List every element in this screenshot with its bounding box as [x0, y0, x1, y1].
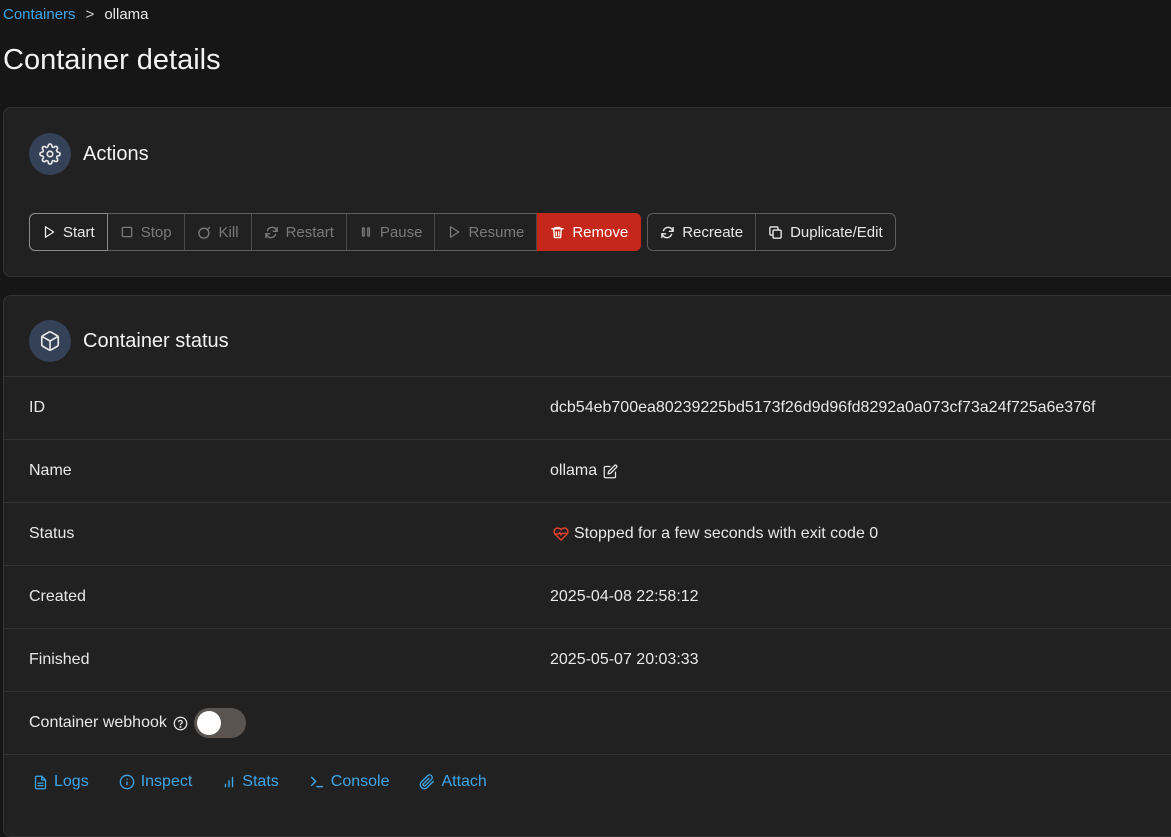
pause-label: Pause — [379, 223, 423, 241]
table-row-links-divider — [4, 754, 1171, 755]
logs-label: Logs — [54, 773, 89, 790]
paperclip-icon — [419, 774, 435, 790]
duplicate-edit-label: Duplicate/Edit — [790, 223, 883, 241]
trash-icon — [550, 225, 565, 240]
status-table: ID dcb54eb700ea80239225bd5173f26d9d96fd8… — [4, 376, 1171, 755]
page-title: Container details — [3, 44, 221, 76]
breadcrumb-containers-link[interactable]: Containers — [3, 6, 76, 23]
webhook-label: Container webhook — [29, 714, 167, 731]
webhook-label-wrap: Container webhook — [29, 708, 246, 738]
pause-icon — [359, 225, 373, 239]
remove-label: Remove — [572, 223, 629, 241]
status-value: Stopped for a few seconds with exit code… — [574, 525, 879, 542]
stop-label: Stop — [140, 223, 172, 241]
status-header: Container status — [29, 320, 229, 362]
bar-chart-icon — [222, 775, 236, 789]
edit-icon[interactable] — [603, 464, 618, 479]
heart-pulse-icon — [553, 526, 569, 542]
start-button[interactable]: Start — [29, 213, 108, 251]
table-row-status: Status Stopped for a few seconds with ex… — [4, 502, 1171, 565]
stats-label: Stats — [242, 773, 279, 790]
start-label: Start — [63, 223, 95, 241]
name-value-wrap: ollama — [550, 462, 623, 480]
stats-link[interactable]: Stats — [222, 773, 279, 791]
recreate-label: Recreate — [682, 223, 744, 241]
recreate-button[interactable]: Recreate — [648, 214, 757, 250]
actions-card: Actions Start Stop Kill Restart Pause Re… — [3, 107, 1171, 277]
id-value: dcb54eb700ea80239225bd5173f26d9d96fd8292… — [550, 399, 1096, 416]
recreate-button-group: Recreate Duplicate/Edit — [647, 213, 896, 251]
kill-label: Kill — [218, 223, 239, 241]
container-links: Logs Inspect Stats Console Attach — [33, 773, 517, 791]
info-icon — [119, 774, 135, 790]
table-row-webhook: Container webhook — [4, 691, 1171, 754]
terminal-icon — [309, 774, 325, 790]
play-icon — [42, 225, 56, 239]
table-row-id: ID dcb54eb700ea80239225bd5173f26d9d96fd8… — [4, 376, 1171, 439]
help-circle-icon[interactable] — [173, 716, 188, 731]
duplicate-edit-button[interactable]: Duplicate/Edit — [756, 214, 895, 250]
copy-icon — [768, 225, 783, 240]
bomb-icon — [197, 225, 212, 240]
kill-button[interactable]: Kill — [185, 214, 252, 250]
resume-button[interactable]: Resume — [435, 214, 538, 250]
refresh-icon — [660, 225, 675, 240]
actions-button-row: Start Stop Kill Restart Pause Resume Rem… — [29, 213, 896, 251]
file-text-icon — [33, 775, 48, 790]
inspect-link[interactable]: Inspect — [119, 773, 193, 791]
table-row-created: Created 2025-04-08 22:58:12 — [4, 565, 1171, 628]
name-label: Name — [29, 462, 72, 479]
name-value: ollama — [550, 462, 598, 479]
created-label: Created — [29, 588, 86, 605]
toggle-knob — [196, 711, 221, 735]
finished-value: 2025-05-07 20:03:33 — [550, 651, 699, 668]
lifecycle-button-group: Start Stop Kill Restart Pause Resume Rem… — [29, 213, 642, 251]
restart-button[interactable]: Restart — [252, 214, 347, 250]
breadcrumb-current: ollama — [104, 6, 149, 23]
finished-label: Finished — [29, 651, 90, 668]
restart-label: Restart — [285, 223, 334, 241]
actions-title: Actions — [83, 142, 149, 165]
breadcrumb: Containers > ollama — [3, 6, 149, 23]
pause-button[interactable]: Pause — [347, 214, 436, 250]
attach-label: Attach — [441, 773, 487, 790]
status-label: Status — [29, 525, 75, 542]
actions-header: Actions — [29, 133, 149, 175]
stop-icon — [120, 225, 134, 239]
remove-button[interactable]: Remove — [537, 213, 642, 251]
box-icon — [29, 320, 71, 362]
id-label: ID — [29, 399, 45, 416]
attach-link[interactable]: Attach — [419, 773, 487, 791]
console-label: Console — [330, 773, 390, 790]
status-title: Container status — [83, 329, 229, 352]
console-link[interactable]: Console — [309, 773, 390, 791]
gear-icon — [29, 133, 71, 175]
table-row-finished: Finished 2025-05-07 20:03:33 — [4, 628, 1171, 691]
logs-link[interactable]: Logs — [33, 773, 89, 791]
table-row-name: Name ollama — [4, 439, 1171, 502]
resume-label: Resume — [468, 223, 525, 241]
status-value-wrap: Stopped for a few seconds with exit code… — [553, 525, 878, 543]
breadcrumb-separator: > — [85, 6, 95, 23]
container-status-card: Container status ID dcb54eb700ea80239225… — [3, 295, 1171, 837]
created-value: 2025-04-08 22:58:12 — [550, 588, 699, 605]
play-icon — [447, 225, 461, 239]
refresh-icon — [264, 225, 279, 240]
stop-button[interactable]: Stop — [108, 214, 185, 250]
inspect-label: Inspect — [140, 773, 193, 790]
webhook-toggle[interactable] — [193, 708, 246, 738]
